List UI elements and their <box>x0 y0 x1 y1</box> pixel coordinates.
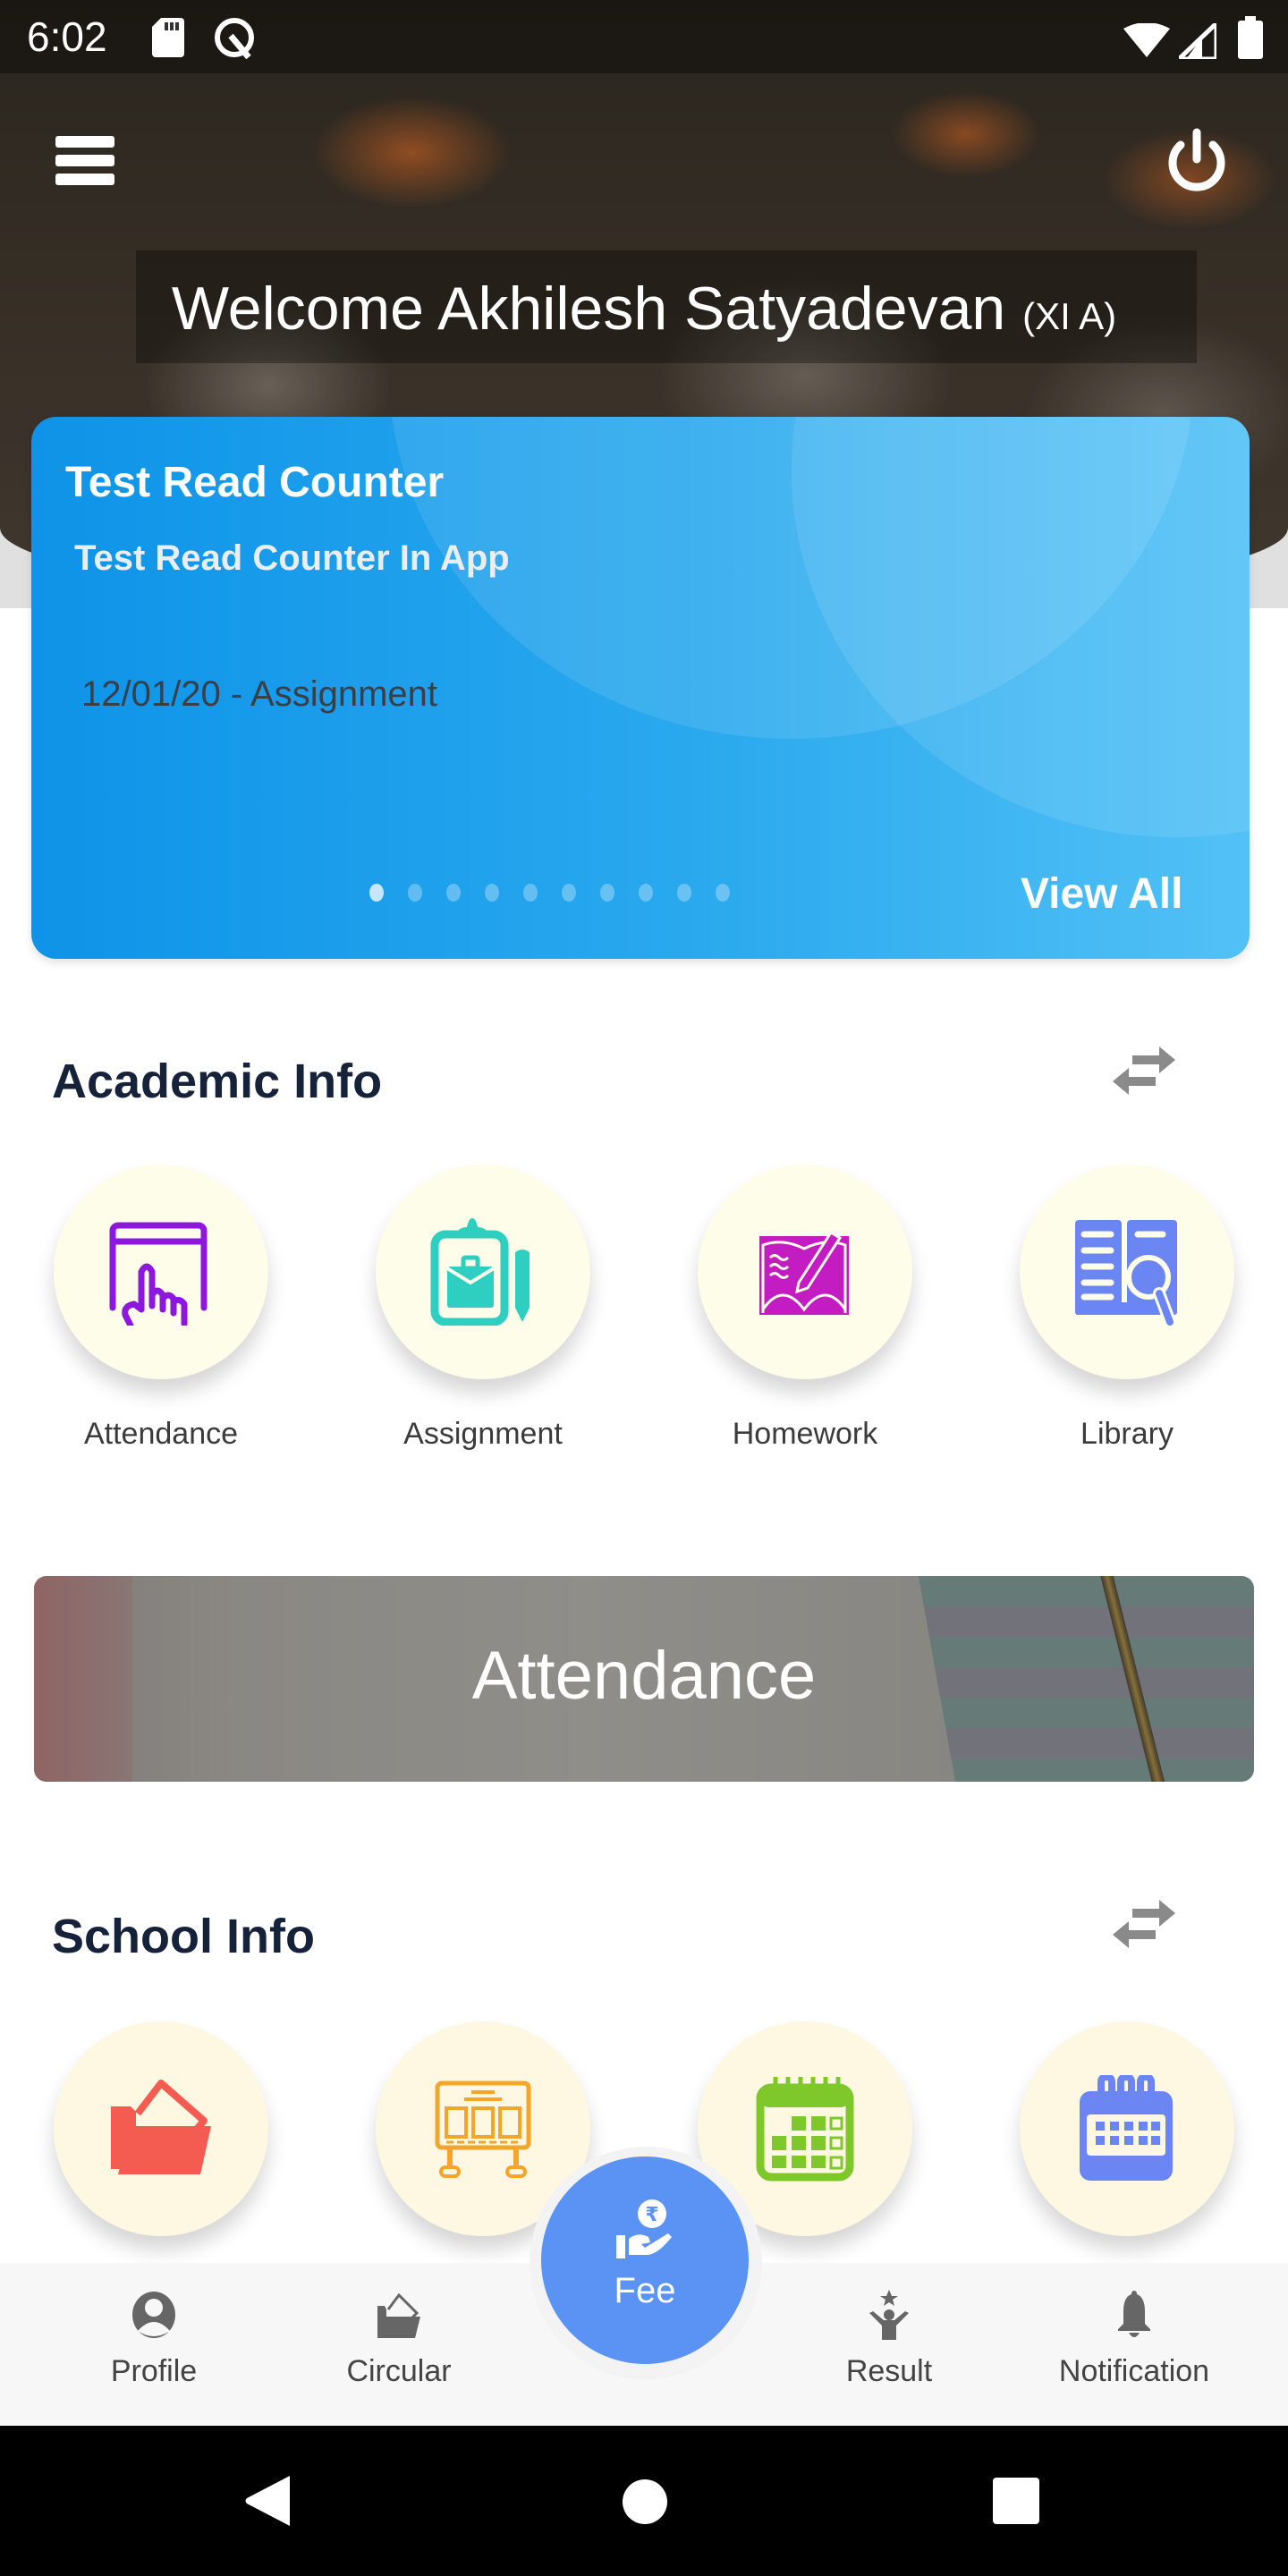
sd-card-icon <box>152 18 184 57</box>
carousel-dot[interactable] <box>369 884 384 902</box>
welcome-name: Welcome Akhilesh Satyadevan <box>171 275 1006 343</box>
school-info-title: School Info <box>52 1910 315 1963</box>
tile-library[interactable]: Library <box>1020 1165 1234 1452</box>
academic-info-title: Academic Info <box>52 1055 383 1108</box>
carousel-dot[interactable] <box>600 884 614 902</box>
svg-text:₹: ₹ <box>645 2204 658 2226</box>
battery-icon <box>1238 16 1263 59</box>
carousel-dot[interactable] <box>485 884 499 902</box>
tile-folder[interactable] <box>54 2021 268 2236</box>
carousel-dot[interactable] <box>639 884 653 902</box>
calendar-icon <box>1080 2075 1173 2181</box>
carousel-dot[interactable] <box>408 884 422 902</box>
fee-label: Fee <box>614 2271 676 2310</box>
fee-button[interactable]: ₹ Fee <box>541 2157 749 2364</box>
signal-icon <box>1179 23 1216 59</box>
notice-board-icon <box>435 2080 531 2178</box>
announcement-card[interactable]: Test Read Counter Test Read Counter In A… <box>31 417 1250 959</box>
profile-icon <box>132 2292 175 2338</box>
home-icon[interactable] <box>623 2479 667 2524</box>
tile-attendance[interactable]: Attendance <box>54 1165 268 1452</box>
system-navigation-bar <box>0 2426 1288 2576</box>
view-all-button[interactable]: View All <box>1021 869 1182 919</box>
swap-arrows-icon[interactable] <box>1107 1045 1179 1098</box>
nav-label: Circular <box>346 2354 452 2388</box>
tile-homework[interactable]: Homework <box>698 1165 912 1452</box>
tile-label: Attendance <box>83 1417 239 1451</box>
tile-label: Library <box>1080 1417 1174 1451</box>
nav-label: Notification <box>1058 2354 1210 2388</box>
announcement-title: Test Read Counter <box>65 459 445 506</box>
tile-label: Homework <box>732 1417 878 1451</box>
clipboard-icon <box>430 1218 530 1326</box>
carousel-dot[interactable] <box>446 884 461 902</box>
carousel-dot[interactable] <box>716 884 730 902</box>
tile-circle <box>54 1165 268 1379</box>
tile-circle <box>376 1165 590 1379</box>
power-icon[interactable] <box>1161 125 1233 197</box>
carousel-dot[interactable] <box>677 884 691 902</box>
tile-calendar[interactable] <box>1020 2021 1234 2236</box>
back-icon[interactable] <box>245 2476 292 2526</box>
nav-circular[interactable]: Circular <box>301 2286 497 2389</box>
status-bar: 6:02 <box>0 0 1288 73</box>
carousel-indicator <box>369 884 730 902</box>
carousel-dot[interactable] <box>523 884 538 902</box>
circular-folder-icon <box>377 2293 420 2338</box>
tile-assignment[interactable]: Assignment <box>376 1165 590 1452</box>
wifi-icon <box>1123 23 1170 57</box>
bell-icon <box>1118 2291 1150 2337</box>
result-trophy-person-icon <box>869 2290 909 2340</box>
welcome-text: Welcome Akhilesh Satyadevan (XI A) <box>0 274 1288 343</box>
folder-icon <box>111 2080 211 2174</box>
q-icon <box>215 18 254 60</box>
book-pencil-icon <box>759 1230 849 1315</box>
nav-result[interactable]: Result <box>791 2286 987 2389</box>
class-label: (XI A) <box>1022 295 1117 337</box>
tile-circle <box>698 1165 912 1379</box>
announcement-meta: 12/01/20 - Assignment <box>81 674 438 714</box>
tile-circle <box>54 2021 268 2236</box>
calendar-grid-icon <box>756 2077 854 2182</box>
nav-label: Result <box>845 2354 933 2388</box>
status-time: 6:02 <box>27 13 107 60</box>
attendance-touch-icon <box>109 1222 208 1326</box>
announcement-subtitle: Test Read Counter In App <box>74 538 510 578</box>
swap-arrows-icon[interactable] <box>1107 1898 1179 1952</box>
nav-label: Profile <box>110 2354 198 2388</box>
carousel-dot[interactable] <box>562 884 576 902</box>
hamburger-menu-icon[interactable] <box>55 136 114 185</box>
nav-profile[interactable]: Profile <box>55 2286 252 2389</box>
tile-circle <box>1020 2021 1234 2236</box>
recents-icon[interactable] <box>993 2478 1039 2524</box>
tile-circle <box>1020 1165 1234 1379</box>
rupee-hand-icon: ₹ <box>616 2199 672 2258</box>
nav-notification[interactable]: Notification <box>1036 2286 1233 2389</box>
card-decoration <box>792 417 1250 837</box>
tile-label: Assignment <box>403 1417 563 1451</box>
attendance-banner-label: Attendance <box>471 1638 817 1714</box>
book-search-icon <box>1075 1220 1177 1326</box>
attendance-banner[interactable]: Attendance <box>34 1576 1254 1782</box>
